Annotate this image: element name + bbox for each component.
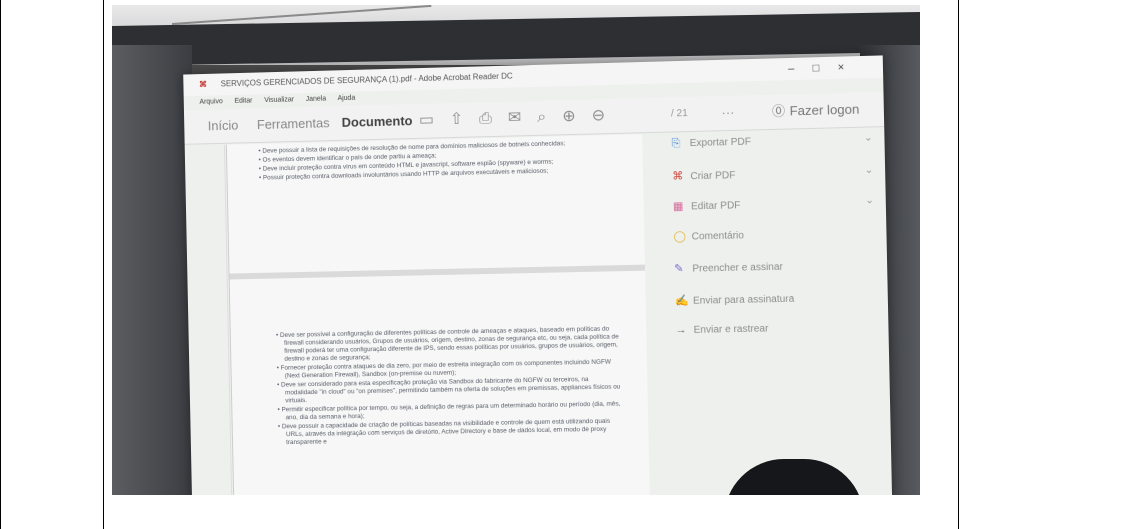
maximize-button[interactable]: □ [812,62,837,75]
list-item: • Deve possuir a capacidade de criação d… [277,417,611,447]
page-down-icon[interactable]: ⊖ [592,107,622,125]
table-border-col1 [103,0,104,529]
menu-visualizar[interactable]: Visualizar [264,96,294,104]
page1-text: • Deve possuir a lista de requisições de… [256,139,625,184]
more-icon[interactable]: ··· [721,96,735,131]
page-divider [229,264,646,280]
tools-pane: ⎘ Exportar PDF ⌄ ⌘ Criar PDF ⌄ ▦ Editar PDF ⌄ … [651,128,892,495]
send-track-icon: → [675,324,687,337]
page2-text: • Deve ser possível a configuração de di… [274,325,625,448]
menu-ajuda[interactable]: Ajuda [337,95,355,102]
menu-arquivo[interactable]: Arquivo [199,98,222,106]
create-pdf-icon: ⌘ [672,170,684,183]
acrobat-logo-icon: ⌘ [199,79,208,89]
tab-documento[interactable]: Documento [341,104,413,140]
export-pdf-icon: ⎘ [671,137,681,150]
projector-photo: ⌘ SERVIÇOS GERENCIADOS DE SEGURANÇA (1).… [112,5,920,495]
tool-preencher-assinar[interactable]: ✎ Preencher e assinar [674,260,783,275]
send-signature-icon: ✍ [674,294,689,308]
page-up-icon[interactable]: ⊕ [562,107,592,125]
chevron-down-icon[interactable]: ⌄ [864,132,873,143]
minimize-button[interactable]: – [788,62,813,75]
bookmark-icon[interactable]: ▭ [419,111,450,129]
document-pane[interactable]: • Deve possuir a lista de requisições de… [225,134,650,495]
table-border-col2 [958,0,959,529]
logon-link[interactable]: Fazer logon [789,92,860,128]
tool-editar-pdf[interactable]: ▦ Editar PDF ⌄ [672,195,874,213]
chevron-down-icon[interactable]: ⌄ [865,165,874,176]
mail-icon[interactable]: ✉ [508,109,538,127]
page-indicator: / 21 [670,107,688,120]
print-icon[interactable]: ⎙ [479,110,508,128]
fill-sign-icon: ✎ [674,262,684,276]
search-icon[interactable]: ⌕ [537,108,562,126]
window-controls: –□× [788,56,863,80]
tool-exportar-pdf[interactable]: ⎘ Exportar PDF ⌄ [671,132,872,151]
tool-criar-pdf[interactable]: ⌘ Criar PDF ⌄ [672,165,873,183]
tool-enviar-rastrear[interactable]: → Enviar e rastrear [675,322,768,336]
tab-ferramentas[interactable]: Ferramentas [257,106,330,142]
tab-inicio[interactable]: Início [207,109,239,143]
comment-icon: ◯ [673,230,687,243]
edit-pdf-icon: ▦ [672,200,684,213]
table-border-left [0,0,1,529]
tool-enviar-assinatura[interactable]: ✍ Enviar para assinatura [674,292,795,308]
help-icon[interactable]: ⓪ [772,94,786,129]
close-button[interactable]: × [838,61,863,74]
menu-editar[interactable]: Editar [234,97,252,104]
acrobat-window: ⌘ SERVIÇOS GERENCIADOS DE SEGURANÇA (1).… [183,55,893,495]
wall-left [112,45,192,495]
menu-janela[interactable]: Janela [306,95,327,102]
tool-comentario[interactable]: ◯ Comentário [673,228,744,243]
chevron-down-icon[interactable]: ⌄ [865,195,874,206]
list-item: • Deve ser possível a configuração de di… [275,325,619,363]
toolbar-icons: ▭⇧⎙✉⌕⊕⊖ [419,99,622,138]
upload-icon[interactable]: ⇧ [450,110,480,128]
